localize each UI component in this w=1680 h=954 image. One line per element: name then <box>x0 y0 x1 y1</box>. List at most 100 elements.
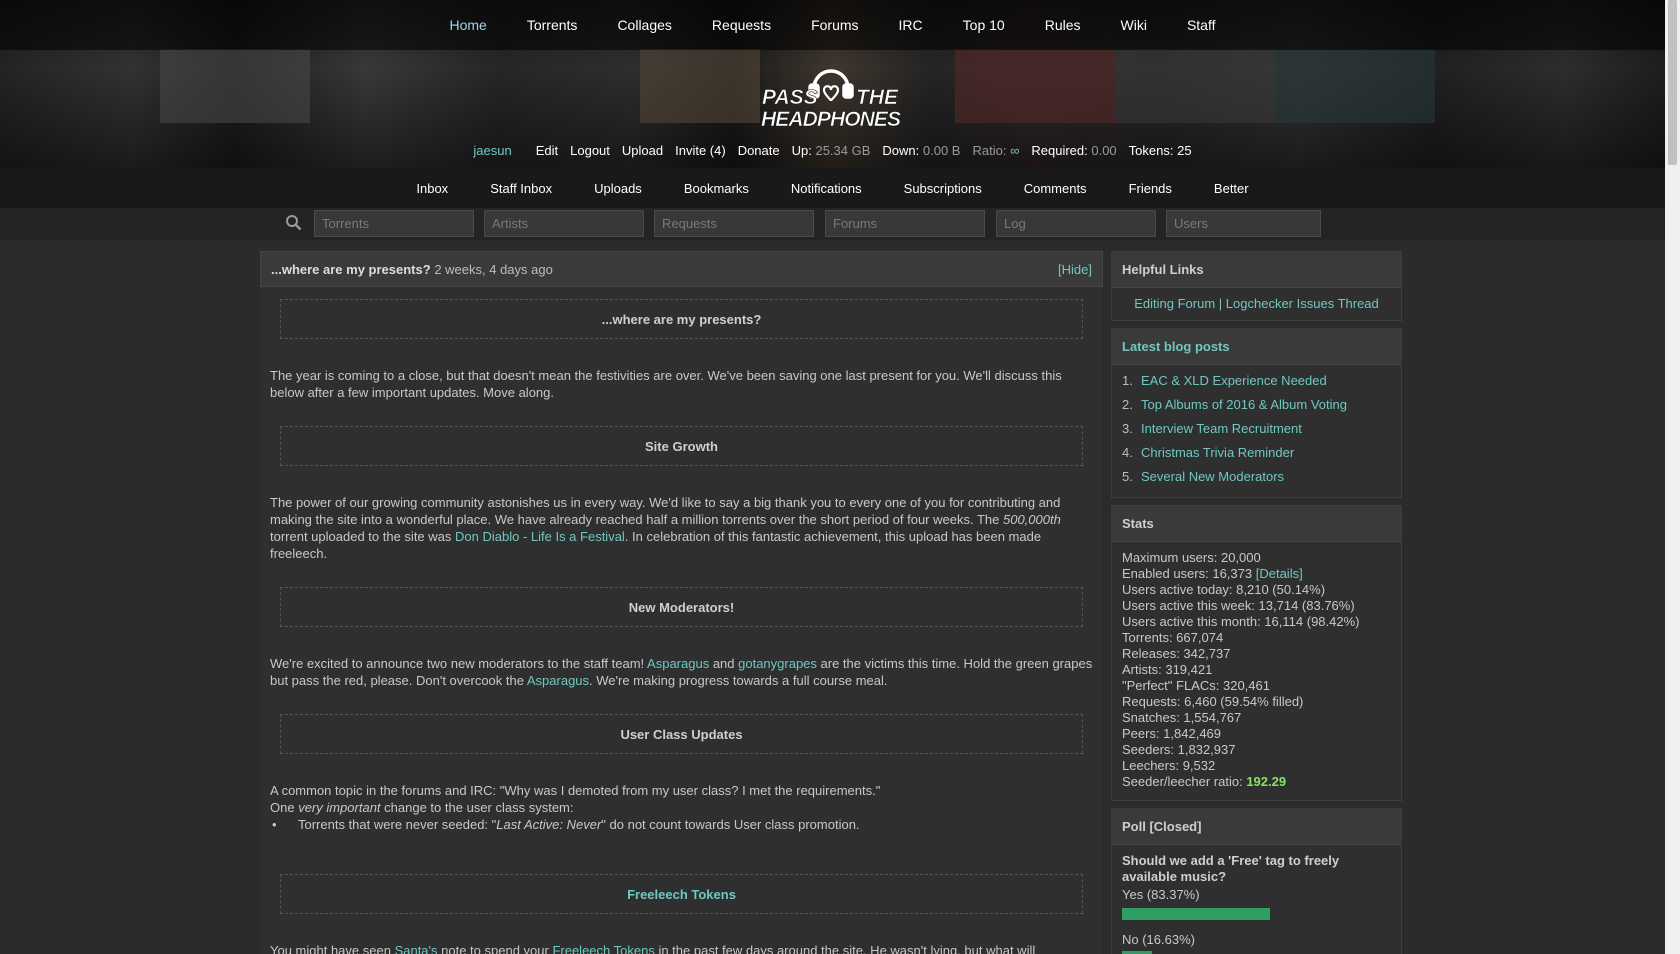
subnav-subscriptions[interactable]: Subscriptions <box>883 181 1003 196</box>
stats-details-link[interactable]: [Details] <box>1256 566 1303 581</box>
required-stat-label: Required: <box>1031 142 1088 158</box>
list-item: Torrents that were never seeded: "Last A… <box>270 816 1093 833</box>
scrollbar-thumb[interactable] <box>1668 0 1677 165</box>
stat-torrents: Torrents: 667,074 <box>1122 630 1224 645</box>
list-item: 1. EAC & XLD Experience Needed <box>1122 373 1391 397</box>
search-artists-input[interactable] <box>484 210 644 237</box>
search-requests-input[interactable] <box>654 210 814 237</box>
growth-text-b: torrent uploaded to the site was <box>270 529 456 544</box>
news-panel: ...where are my presents? 2 weeks, 4 day… <box>260 251 1103 954</box>
search-forums-input[interactable] <box>825 210 985 237</box>
poll-box: Poll [Closed] Should we add a 'Free' tag… <box>1111 808 1402 954</box>
freeleech-tokens-link[interactable]: Freeleech Tokens <box>552 943 654 954</box>
subnav-notifications[interactable]: Notifications <box>770 181 883 196</box>
section-heading: Freeleech Tokens <box>280 874 1083 914</box>
list-item: 4. Christmas Trivia Reminder <box>1122 445 1391 469</box>
banner-artwork <box>1275 49 1435 123</box>
stat-peers: Peers: 1,842,469 <box>1122 726 1222 741</box>
logout-link[interactable]: Logout <box>564 143 616 158</box>
stat-active-week: Users active this week: 13,714 (83.76%) <box>1122 598 1355 613</box>
blog-posts-list: 1. EAC & XLD Experience Needed 2. Top Albu… <box>1112 365 1401 497</box>
search-torrents-input[interactable] <box>314 210 474 237</box>
nav-collages[interactable]: Collages <box>597 17 691 33</box>
nav-irc[interactable]: IRC <box>879 17 943 33</box>
userclass-text-b: change to the user class system: <box>380 800 574 815</box>
tokens-stat[interactable]: Tokens: 25 <box>1123 143 1198 158</box>
nav-forums[interactable]: Forums <box>791 17 878 33</box>
stats-title: Stats <box>1112 506 1401 542</box>
poll-answer-no: No (16.63%) <box>1122 932 1195 947</box>
subnav-better[interactable]: Better <box>1193 181 1270 196</box>
helpful-links: Editing Forum | Logchecker Issues Thread <box>1112 288 1401 320</box>
subnav-bookmarks[interactable]: Bookmarks <box>663 181 770 196</box>
subnav-comments[interactable]: Comments <box>1003 181 1108 196</box>
subnav-uploads[interactable]: Uploads <box>573 181 663 196</box>
upload-link[interactable]: Upload <box>616 143 669 158</box>
stat-ratio-value: 192.29 <box>1246 774 1287 789</box>
userclass-line-2: One very important change to the user cl… <box>270 799 1093 816</box>
nav-rules[interactable]: Rules <box>1025 17 1101 33</box>
blog-post-link[interactable]: EAC & XLD Experience Needed <box>1141 373 1327 397</box>
blog-post-number: 2. <box>1122 397 1133 412</box>
news-age: 2 weeks, 4 days ago <box>434 261 553 277</box>
poll-bar-yes <box>1122 908 1270 920</box>
stat-ratio-label: Seeder/leecher ratio: <box>1122 774 1243 789</box>
mods-text-d: . We're making progress towards a full c… <box>589 673 888 688</box>
user-link-asparagus[interactable]: Asparagus <box>647 656 709 671</box>
santa-link[interactable]: Santa's <box>395 943 438 954</box>
nav-home[interactable]: Home <box>430 17 507 33</box>
subnav-inbox[interactable]: Inbox <box>395 181 469 196</box>
search-log-input[interactable] <box>996 210 1156 237</box>
blog-post-link[interactable]: Top Albums of 2016 & Album Voting <box>1141 397 1347 421</box>
donate-link[interactable]: Donate <box>732 143 786 158</box>
logo-text-headphones: HEADPHONES <box>761 108 901 130</box>
user-navigation: Inbox Staff Inbox Uploads Bookmarks Noti… <box>0 168 1665 208</box>
nav-top10[interactable]: Top 10 <box>943 17 1025 33</box>
tokens-text-a: You might have seen <box>270 943 395 954</box>
news-paragraph: The power of our growing community aston… <box>270 494 1093 562</box>
helpful-links-title: Helpful Links <box>1112 252 1401 288</box>
list-item: 5. Several New Moderators <box>1122 469 1391 493</box>
growth-milestone: 500,000th <box>1002 512 1061 527</box>
hide-news-button[interactable]: [Hide] <box>1058 262 1092 277</box>
search-users-input[interactable] <box>1166 210 1321 237</box>
nav-wiki[interactable]: Wiki <box>1101 17 1167 33</box>
nav-requests[interactable]: Requests <box>692 17 791 33</box>
blog-post-link[interactable]: Several New Moderators <box>1141 469 1284 493</box>
user-link-asparagus[interactable]: Asparagus <box>527 673 589 688</box>
subnav-friends[interactable]: Friends <box>1108 181 1193 196</box>
userclass-text-a: One <box>270 800 299 815</box>
username-link[interactable]: jaesun <box>467 143 529 158</box>
subnav-staff-inbox[interactable]: Staff Inbox <box>469 181 573 196</box>
banner-artwork <box>1115 49 1275 123</box>
search-icon <box>286 215 302 231</box>
blog-post-link[interactable]: Christmas Trivia Reminder <box>1141 445 1294 469</box>
logchecker-thread-link[interactable]: Logchecker Issues Thread <box>1226 296 1379 311</box>
bullet-text-b: " do not count towards User class promot… <box>601 817 860 832</box>
torrent-link[interactable]: Don Diablo - Life Is a Festival <box>455 529 625 544</box>
required-stat[interactable]: Required: 0.00 <box>1025 143 1122 158</box>
section-heading: Site Growth <box>280 426 1083 466</box>
stat-snatches: Snatches: 1,554,767 <box>1122 710 1242 725</box>
banner-artwork <box>160 49 310 123</box>
editing-forum-link[interactable]: Editing Forum <box>1134 296 1215 311</box>
stats-box: Stats Maximum users: 20,000 Enabled user… <box>1111 505 1402 801</box>
tokens-stat-label: Tokens: <box>1128 142 1174 158</box>
helpful-links-box: Helpful Links Editing Forum | Logchecker… <box>1111 251 1402 321</box>
user-link-gotanygrapes[interactable]: gotanygrapes <box>738 656 817 671</box>
stat-enabled-users-text: Enabled users: 16,373 <box>1122 566 1253 581</box>
blog-post-link[interactable]: Interview Team Recruitment <box>1141 421 1302 445</box>
site-logo[interactable]: PASS THE HEADPHONES <box>760 58 902 130</box>
nav-torrents[interactable]: Torrents <box>507 17 598 33</box>
news-header: ...where are my presents? 2 weeks, 4 day… <box>260 251 1103 287</box>
stat-artists: Artists: 319,421 <box>1122 662 1213 677</box>
sidebar: Helpful Links Editing Forum | Logchecker… <box>1111 251 1402 954</box>
edit-profile-link[interactable]: Edit <box>530 143 564 158</box>
invite-link[interactable]: Invite (4) <box>669 143 732 158</box>
stat-requests: Requests: 6,460 (59.54% filled) <box>1122 694 1304 709</box>
intro-text: The year is coming to a close, but that … <box>270 368 1062 400</box>
blog-post-number: 5. <box>1122 469 1133 484</box>
blog-post-number: 1. <box>1122 373 1133 388</box>
nav-staff[interactable]: Staff <box>1167 17 1236 33</box>
blog-posts-title[interactable]: Latest blog posts <box>1112 329 1401 365</box>
